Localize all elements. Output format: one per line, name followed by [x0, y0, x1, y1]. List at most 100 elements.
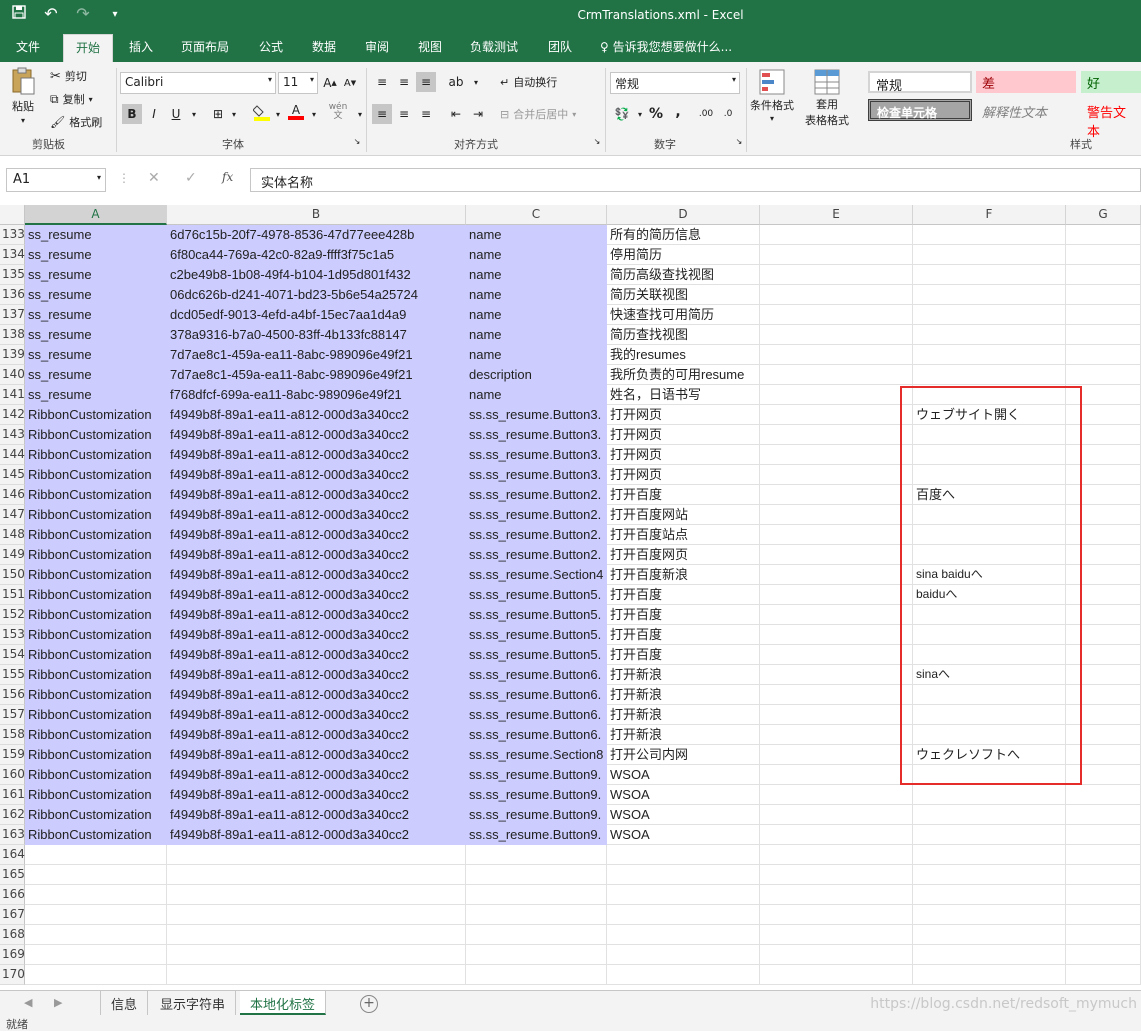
cell-g[interactable] [1066, 645, 1141, 665]
cell-f[interactable] [913, 765, 1066, 785]
number-format-select[interactable]: 常规 ▾ [610, 72, 740, 94]
cell-c[interactable]: ss.ss_resume.Button2. [466, 485, 607, 505]
cell-b[interactable]: f4949b8f-89a1-ea11-a812-000d3a340cc2 [167, 785, 466, 805]
cell-f[interactable] [913, 885, 1066, 905]
row-header[interactable]: 146 [0, 485, 25, 505]
cell-c[interactable]: ss.ss_resume.Button5. [466, 625, 607, 645]
row-header[interactable]: 153 [0, 625, 25, 645]
cell-d[interactable]: 我的resumes [607, 345, 760, 365]
row-header[interactable]: 141 [0, 385, 25, 405]
cell-b[interactable]: f4949b8f-89a1-ea11-a812-000d3a340cc2 [167, 525, 466, 545]
cell-a[interactable]: RibbonCustomization [25, 685, 167, 705]
chevron-down-icon[interactable]: ▾ [224, 104, 244, 124]
cell-e[interactable] [760, 545, 913, 565]
cell-g[interactable] [1066, 945, 1141, 965]
cell-f[interactable] [913, 905, 1066, 925]
cell-f[interactable] [913, 805, 1066, 825]
row-header[interactable]: 165 [0, 865, 25, 885]
cell-g[interactable] [1066, 605, 1141, 625]
cell-d[interactable] [607, 965, 760, 985]
underline-button[interactable]: U [166, 104, 186, 124]
cell-c[interactable]: name [466, 225, 607, 245]
row-header[interactable]: 143 [0, 425, 25, 445]
sheet-tab-display-strings[interactable]: 显示字符串 [150, 991, 237, 1015]
cell-d[interactable]: 打开网页 [607, 405, 760, 425]
cell-a[interactable]: RibbonCustomization [25, 745, 167, 765]
cell-g[interactable] [1066, 725, 1141, 745]
cell-d[interactable] [607, 925, 760, 945]
cell-a[interactable]: RibbonCustomization [25, 665, 167, 685]
cell-g[interactable] [1066, 305, 1141, 325]
row-header[interactable]: 170 [0, 965, 25, 985]
cell-d[interactable]: WSOA [607, 785, 760, 805]
cell-a[interactable]: RibbonCustomization [25, 425, 167, 445]
row-header[interactable]: 137 [0, 305, 25, 325]
cell-e[interactable] [760, 325, 913, 345]
cell-g[interactable] [1066, 745, 1141, 765]
row-header[interactable]: 142 [0, 405, 25, 425]
tab-team[interactable]: 团队 [548, 38, 572, 55]
row-header[interactable]: 139 [0, 345, 25, 365]
cell-d[interactable] [607, 945, 760, 965]
cell-a[interactable]: RibbonCustomization [25, 725, 167, 745]
cell-a[interactable]: RibbonCustomization [25, 605, 167, 625]
cell-b[interactable] [167, 925, 466, 945]
cell-a[interactable]: ss_resume [25, 265, 167, 285]
cell-g[interactable] [1066, 465, 1141, 485]
cell-c[interactable]: ss.ss_resume.Section4 [466, 565, 607, 585]
cell-e[interactable] [760, 885, 913, 905]
cell-g[interactable] [1066, 445, 1141, 465]
increase-indent-icon[interactable]: ⇥ [468, 104, 488, 124]
function-icon[interactable]: fx [222, 170, 233, 184]
cell-d[interactable]: WSOA [607, 805, 760, 825]
cell-g[interactable] [1066, 405, 1141, 425]
cell-a[interactable] [25, 845, 167, 865]
tab-data[interactable]: 数据 [312, 38, 336, 55]
row-header[interactable]: 166 [0, 885, 25, 905]
row-header[interactable]: 150 [0, 565, 25, 585]
cell-c[interactable]: ss.ss_resume.Button9. [466, 765, 607, 785]
name-box[interactable]: A1 ▾ [6, 168, 106, 192]
cell-a[interactable]: ss_resume [25, 285, 167, 305]
cell-d[interactable]: 打开新浪 [607, 685, 760, 705]
row-header[interactable]: 138 [0, 325, 25, 345]
cell-c[interactable]: ss.ss_resume.Button6. [466, 665, 607, 685]
row-header[interactable]: 161 [0, 785, 25, 805]
row-header[interactable]: 154 [0, 645, 25, 665]
chevron-down-icon[interactable]: ▾ [466, 72, 486, 92]
tab-home[interactable]: 开始 [63, 34, 114, 62]
cell-f[interactable] [913, 265, 1066, 285]
cell-e[interactable] [760, 385, 913, 405]
cell-f[interactable] [913, 545, 1066, 565]
style-warning[interactable]: 警告文本 [1081, 100, 1141, 140]
row-header[interactable]: 147 [0, 505, 25, 525]
cell-b[interactable]: f768dfcf-699a-ea11-8abc-989096e49f21 [167, 385, 466, 405]
row-header[interactable]: 151 [0, 585, 25, 605]
cell-e[interactable] [760, 225, 913, 245]
cell-a[interactable] [25, 865, 167, 885]
cell-g[interactable] [1066, 785, 1141, 805]
cell-e[interactable] [760, 365, 913, 385]
prev-sheet-icon[interactable]: ◀ [24, 996, 32, 1009]
cell-d[interactable]: 打开百度网站 [607, 505, 760, 525]
sheet-tab-info[interactable]: 信息 [100, 991, 149, 1015]
row-header[interactable]: 169 [0, 945, 25, 965]
cell-a[interactable]: RibbonCustomization [25, 705, 167, 725]
cell-e[interactable] [760, 265, 913, 285]
cell-f[interactable] [913, 965, 1066, 985]
worksheet-grid[interactable]: A B C D E F G 133 ss_resume 6d76c15b-20f7-… [0, 205, 1141, 990]
decrease-decimal-icon[interactable]: .0 [718, 104, 738, 124]
cell-a[interactable]: ss_resume [25, 385, 167, 405]
cell-a[interactable]: RibbonCustomization [25, 785, 167, 805]
cell-d[interactable]: 打开百度 [607, 625, 760, 645]
cell-e[interactable] [760, 845, 913, 865]
cell-d[interactable]: 打开网页 [607, 465, 760, 485]
cell-f[interactable] [913, 945, 1066, 965]
cell-c[interactable]: ss.ss_resume.Button2. [466, 545, 607, 565]
cell-e[interactable] [760, 725, 913, 745]
cell-c[interactable]: ss.ss_resume.Button3. [466, 405, 607, 425]
row-header[interactable]: 133 [0, 225, 25, 245]
chevron-down-icon[interactable]: ▾ [268, 104, 288, 124]
cell-f[interactable] [913, 825, 1066, 845]
cell-a[interactable]: RibbonCustomization [25, 825, 167, 845]
